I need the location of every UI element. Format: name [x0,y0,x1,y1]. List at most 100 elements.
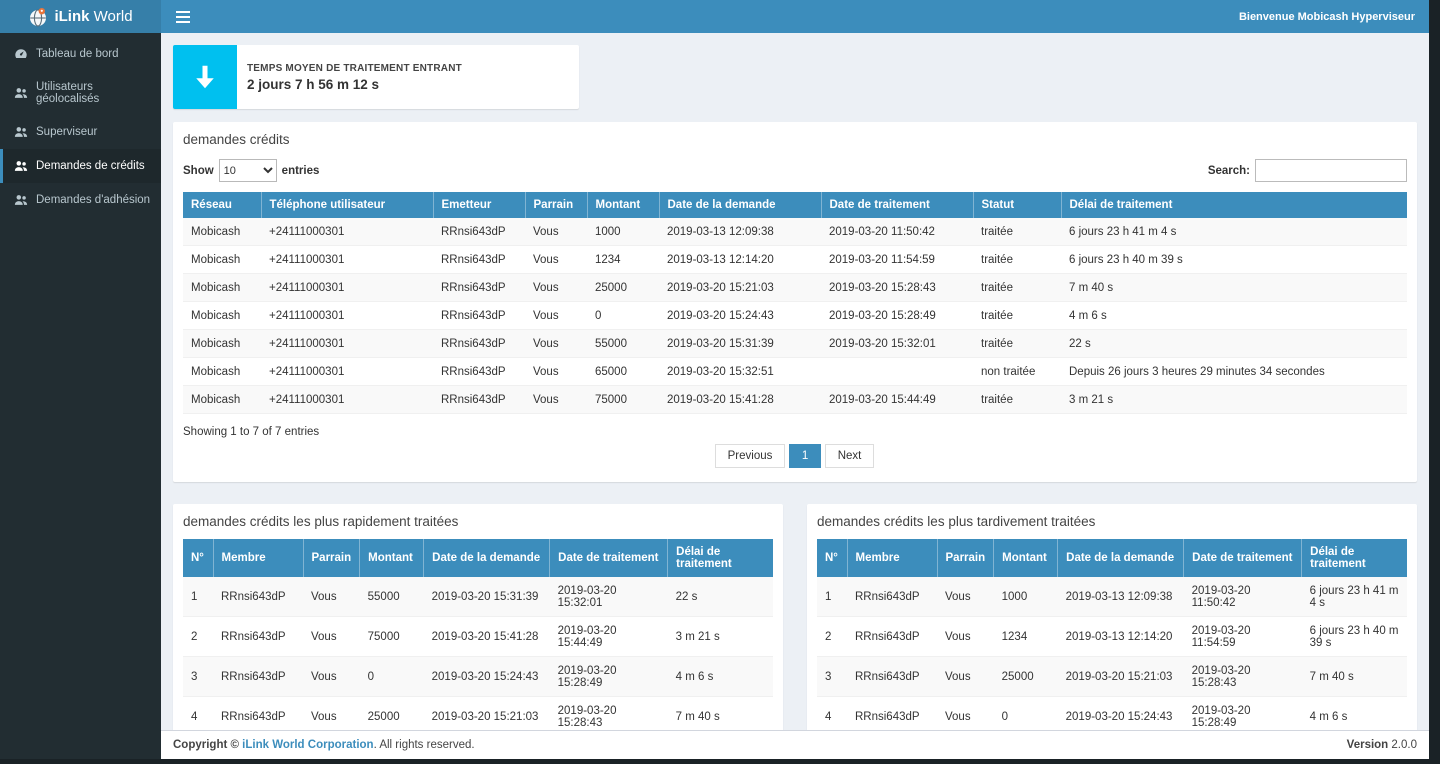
table-cell: Vous [525,246,587,274]
pagination-previous-button[interactable]: Previous [715,444,786,468]
company-link[interactable]: iLink World Corporation [242,739,373,751]
search-input[interactable] [1255,159,1407,182]
page-length-select[interactable]: 10 [219,159,277,182]
sidebar-item-utilisateurs-geolocalises[interactable]: Utilisateurs géolocalisés [0,71,161,115]
sidebar-item-tableau-de-bord[interactable]: Tableau de bord [0,37,161,71]
column-header[interactable]: Délai de traitement [1302,539,1407,577]
column-header[interactable]: Date de traitement [550,539,668,577]
column-header[interactable]: Réseau [183,192,261,218]
table-cell: 2019-03-20 15:41:28 [659,386,821,414]
page-length-control: Show 10 entries [183,159,319,182]
table-cell: 4 m 6 s [668,657,773,697]
table-cell: 7 m 40 s [1302,657,1407,697]
column-header[interactable]: Statut [973,192,1061,218]
column-header[interactable]: Membre [213,539,303,577]
pagination-page-1-button[interactable]: 1 [789,444,821,468]
table-cell: 0 [587,302,659,330]
table-cell: Vous [525,386,587,414]
slowest-panel: demandes crédits les plus tardivement tr… [807,504,1417,730]
table-cell: +24111000301 [261,246,433,274]
table-cell: 55000 [360,577,424,617]
column-header[interactable]: Montant [360,539,424,577]
column-header[interactable]: Parrain [937,539,994,577]
sidebar-item-superviseur[interactable]: Superviseur [0,115,161,149]
table-cell: Mobicash [183,274,261,302]
table-cell: Vous [303,657,360,697]
column-header[interactable]: Date de traitement [1184,539,1302,577]
table-row: 1RRnsi643dPVous10002019-03-13 12:09:3820… [817,577,1407,617]
sidebar-item-label: Tableau de bord [36,48,118,60]
column-header[interactable]: N° [183,539,213,577]
table-cell: 75000 [360,617,424,657]
table-cell: Vous [525,358,587,386]
column-header[interactable]: Téléphone utilisateur [261,192,433,218]
users-icon [14,125,28,139]
column-header[interactable]: Date de traitement [821,192,973,218]
table-cell: traitée [973,386,1061,414]
table-cell: 22 s [1061,330,1407,358]
column-header[interactable]: Date de la demande [1058,539,1184,577]
table-cell: 4 m 6 s [1061,302,1407,330]
table-cell: RRnsi643dP [213,617,303,657]
table-cell: Vous [303,617,360,657]
table-cell: Depuis 26 jours 3 heures 29 minutes 34 s… [1061,358,1407,386]
column-header[interactable]: Montant [994,539,1058,577]
table-cell: 2019-03-20 15:41:28 [424,617,550,657]
table-row: Mobicash+24111000301RRnsi643dPVous750002… [183,386,1407,414]
pagination: Previous 1 Next [183,444,1407,468]
column-header[interactable]: Emetteur [433,192,525,218]
column-header[interactable]: Date de la demande [424,539,550,577]
column-header[interactable]: Parrain [303,539,360,577]
sidebar-item-label: Superviseur [36,126,97,138]
table-cell: Vous [937,617,994,657]
table-cell: 2019-03-20 15:44:49 [821,386,973,414]
sidebar-item-demandes-adhesion[interactable]: Demandes d'adhésion [0,183,161,217]
table-cell: 2019-03-20 15:31:39 [659,330,821,358]
column-header[interactable]: Membre [847,539,937,577]
pagination-next-button[interactable]: Next [825,444,875,468]
table-cell: 22 s [668,577,773,617]
table-cell: Vous [937,697,994,731]
table-cell: traitée [973,274,1061,302]
column-header[interactable]: Montant [587,192,659,218]
table-cell: 2019-03-20 15:32:01 [550,577,668,617]
stat-label: TEMPS MOYEN DE TRAITEMENT ENTRANT [247,63,462,74]
top-navbar: iLink World Bienvenue Mobicash Hypervise… [0,0,1429,33]
table-cell: Vous [525,302,587,330]
column-header[interactable]: Date de la demande [659,192,821,218]
table-cell: +24111000301 [261,330,433,358]
users-icon [14,159,28,173]
table-row: Mobicash+24111000301RRnsi643dPVous02019-… [183,302,1407,330]
table-cell: 65000 [587,358,659,386]
panel-title: demandes crédits les plus tardivement tr… [807,504,1417,539]
table-row: 4RRnsi643dPVous250002019-03-20 15:21:032… [183,697,773,731]
table-cell: 2019-03-20 15:24:43 [1058,697,1184,731]
globe-logo-icon [28,7,48,27]
brand-bold: iLink [54,8,89,25]
table-cell: Vous [303,577,360,617]
table-cell: 2019-03-20 11:50:42 [1184,577,1302,617]
table-cell: non traitée [973,358,1061,386]
column-header[interactable]: N° [817,539,847,577]
sidebar-toggle-button[interactable] [161,0,205,33]
sidebar-item-label: Demandes de crédits [36,160,145,172]
fastest-panel: demandes crédits les plus rapidement tra… [173,504,783,730]
app-logo[interactable]: iLink World [0,0,161,33]
table-cell: 2019-03-20 11:54:59 [821,246,973,274]
table-cell: 2019-03-20 15:21:03 [659,274,821,302]
table-cell: RRnsi643dP [433,358,525,386]
table-row: 1RRnsi643dPVous550002019-03-20 15:31:392… [183,577,773,617]
column-header[interactable]: Parrain [525,192,587,218]
table-cell: 3 m 21 s [668,617,773,657]
sidebar: Tableau de bord Utilisateurs géolocalisé… [0,33,161,759]
table-cell: 2019-03-20 15:28:49 [821,302,973,330]
table-cell: RRnsi643dP [433,274,525,302]
column-header[interactable]: Délai de traitement [668,539,773,577]
table-row: Mobicash+24111000301RRnsi643dPVous123420… [183,246,1407,274]
table-cell [821,358,973,386]
sidebar-item-demandes-de-credits[interactable]: Demandes de crédits [0,149,161,183]
version-label: Version [1347,739,1389,751]
table-cell: RRnsi643dP [433,218,525,246]
table-cell: Mobicash [183,218,261,246]
column-header[interactable]: Délai de traitement [1061,192,1407,218]
